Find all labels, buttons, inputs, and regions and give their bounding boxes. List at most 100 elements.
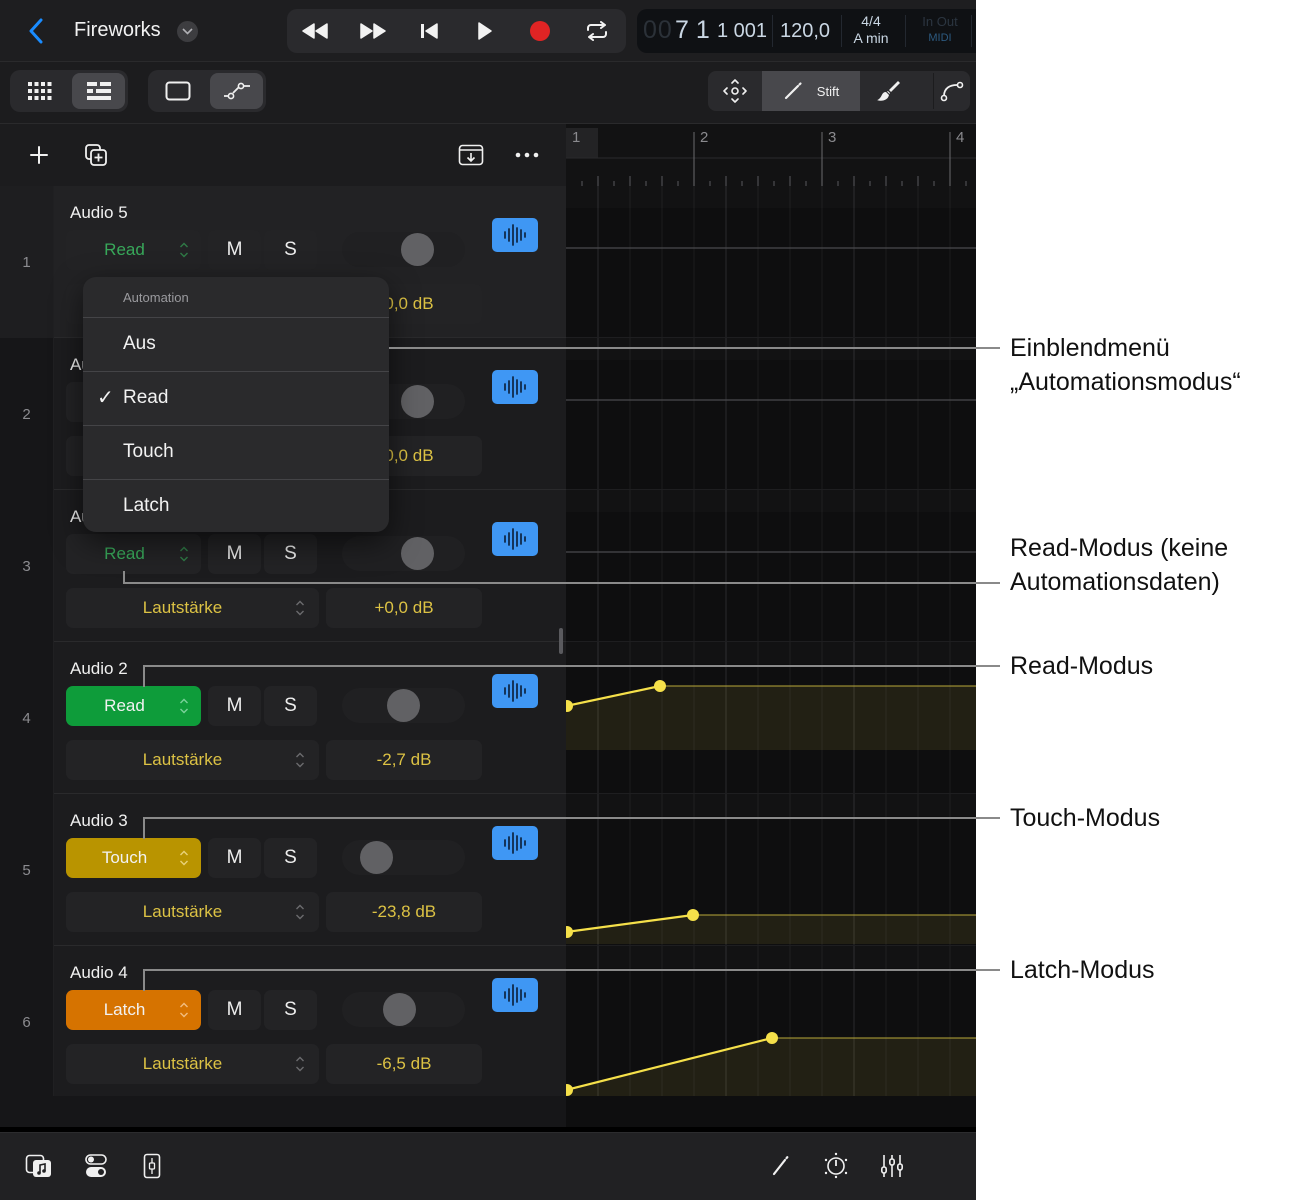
lcd-display[interactable]: 00 7 1 1 001 120,0 4/4 A min In Out MIDI <box>637 9 976 53</box>
solo-button[interactable]: S <box>264 838 317 878</box>
audio-region-button[interactable] <box>492 218 538 252</box>
slider-knob[interactable] <box>401 233 434 266</box>
automation-parameter-button[interactable]: Lautstärke <box>66 1044 319 1084</box>
mute-button[interactable]: M <box>208 990 261 1030</box>
slider-knob[interactable] <box>401 537 434 570</box>
curve-tool-button[interactable] <box>934 71 970 111</box>
pointer-tool-button[interactable] <box>708 71 762 111</box>
track-name[interactable]: Audio 4 <box>70 963 128 983</box>
grid-view-button[interactable] <box>13 73 67 109</box>
mixer-button[interactable] <box>878 1151 906 1181</box>
automation-mode-button[interactable] <box>210 73 263 109</box>
audio-region-button[interactable] <box>492 978 538 1012</box>
metronome-button[interactable] <box>822 1150 850 1180</box>
ruler-ticks: 1 2 3 4 <box>566 129 976 186</box>
volume-slider[interactable] <box>342 688 465 723</box>
solo-button[interactable]: S <box>264 230 317 270</box>
more-options-button[interactable] <box>512 142 542 168</box>
rewind-button[interactable] <box>297 17 333 45</box>
go-to-start-button[interactable] <box>411 17 447 45</box>
automation-mode-button[interactable]: Read <box>66 686 201 726</box>
volume-slider[interactable] <box>342 536 465 571</box>
automation-mode-button[interactable]: Latch <box>66 990 201 1030</box>
vertical-scrollbar[interactable] <box>559 628 563 654</box>
menu-item-read[interactable]: ✓ Read <box>83 371 389 425</box>
brush-tool-button[interactable] <box>860 71 916 111</box>
menu-item-touch[interactable]: Touch <box>83 425 389 479</box>
track-name[interactable]: Audio 2 <box>70 659 128 679</box>
track-name[interactable]: Audio 3 <box>70 811 128 831</box>
automation-mode-button[interactable]: Read <box>66 230 201 270</box>
volume-slider[interactable] <box>342 232 465 267</box>
up-down-chevron-icon <box>296 1056 304 1072</box>
slider-knob[interactable] <box>401 385 434 418</box>
region-mode-button[interactable] <box>151 73 205 109</box>
automation-value-field[interactable]: +0,0 dB <box>326 588 482 628</box>
automation-value-field[interactable]: -23,8 dB <box>326 892 482 932</box>
automation-value-field[interactable]: -2,7 dB <box>326 740 482 780</box>
pencil-icon <box>784 82 802 100</box>
automation-mode-button[interactable]: Read <box>66 534 201 574</box>
automation-point[interactable] <box>766 1032 778 1044</box>
mute-button[interactable]: M <box>208 534 261 574</box>
fader-button[interactable] <box>140 1151 164 1181</box>
menu-item-latch[interactable]: Latch <box>83 479 389 532</box>
audio-region-button[interactable] <box>492 370 538 404</box>
import-button[interactable] <box>457 141 485 169</box>
automation-parameter-button[interactable]: Lautstärke <box>66 740 319 780</box>
audio-region-button[interactable] <box>492 674 538 708</box>
automation-point[interactable] <box>654 680 666 692</box>
mute-button[interactable]: M <box>208 838 261 878</box>
solo-button[interactable]: S <box>264 686 317 726</box>
project-title[interactable]: Fireworks <box>74 19 161 42</box>
volume-slider[interactable] <box>342 840 465 875</box>
lcd-position-bar-beat: 7 1 <box>675 16 710 44</box>
callout-line-readmode-nodata <box>123 582 1000 584</box>
pencil-tool-button[interactable]: Stift <box>762 71 860 111</box>
automation-lane[interactable] <box>566 338 976 490</box>
callout-line-touch-vertical <box>143 817 145 839</box>
automation-lane[interactable] <box>566 490 976 642</box>
timeline-ruler[interactable]: 1 2 3 4 <box>566 124 976 186</box>
curve-icon <box>940 81 964 102</box>
duplicate-track-button[interactable] <box>82 141 110 169</box>
slider-knob[interactable] <box>360 841 393 874</box>
automation-parameter-button[interactable]: Lautstärke <box>66 892 319 932</box>
brush-icon <box>877 81 900 101</box>
edit-button[interactable] <box>768 1153 792 1179</box>
audio-region-button[interactable] <box>492 826 538 860</box>
slider-knob[interactable] <box>383 993 416 1026</box>
track-name[interactable]: Audio 5 <box>70 203 128 223</box>
automation-parameter-label: Lautstärke <box>142 750 223 769</box>
add-track-button[interactable] <box>26 142 52 168</box>
audio-region-button[interactable] <box>492 522 538 556</box>
browser-button[interactable] <box>24 1151 54 1181</box>
lcd-divider <box>905 15 906 47</box>
mute-button[interactable]: M <box>208 686 261 726</box>
automation-point[interactable] <box>687 909 699 921</box>
volume-slider[interactable] <box>342 992 465 1027</box>
track-number: 4 <box>0 642 54 794</box>
menu-item-aus[interactable]: Aus <box>83 317 389 371</box>
solo-button[interactable]: S <box>264 534 317 574</box>
automation-parameter-button[interactable]: Lautstärke <box>66 588 319 628</box>
automation-value-field[interactable]: -6,5 dB <box>326 1044 482 1084</box>
automation-mode-button[interactable]: Touch <box>66 838 201 878</box>
mixer-icon <box>880 1155 903 1177</box>
back-button[interactable] <box>22 16 50 46</box>
smart-controls-button[interactable] <box>82 1151 110 1181</box>
up-down-chevron-icon <box>296 600 304 616</box>
project-menu-button[interactable] <box>177 21 198 42</box>
tracks-view-button[interactable] <box>72 73 125 109</box>
import-icon <box>458 144 484 166</box>
automation-lane[interactable] <box>566 186 976 338</box>
tracks-list-icon <box>86 82 111 100</box>
fast-forward-button[interactable] <box>355 17 391 45</box>
mute-button[interactable]: M <box>208 230 261 270</box>
play-button[interactable] <box>467 17 503 45</box>
waveform-icon <box>504 528 526 550</box>
cycle-button[interactable] <box>579 17 615 45</box>
slider-knob[interactable] <box>387 689 420 722</box>
solo-button[interactable]: S <box>264 990 317 1030</box>
record-button[interactable] <box>522 17 558 45</box>
